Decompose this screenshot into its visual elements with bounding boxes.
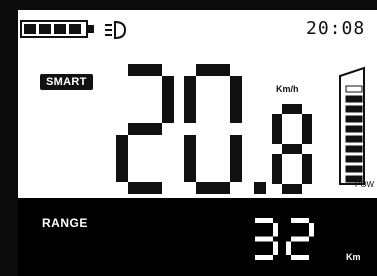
digit-segment <box>272 154 282 184</box>
digit-segment <box>273 241 278 255</box>
digit-segment <box>302 114 312 144</box>
decimal-point <box>254 182 266 194</box>
digit-segment <box>255 255 273 260</box>
range-label: RANGE <box>42 216 88 230</box>
power-bar <box>345 105 363 113</box>
battery-bar <box>39 24 51 34</box>
power-gauge <box>339 66 365 185</box>
battery-bar <box>24 24 36 34</box>
digit-segment <box>184 135 196 182</box>
speed-unit: Km/h <box>276 84 299 94</box>
digit-segment <box>255 236 273 242</box>
battery-bar <box>54 24 66 34</box>
headlight-icon <box>105 20 127 40</box>
power-bar <box>345 125 363 133</box>
digit-segment <box>282 104 302 114</box>
speed-readout <box>116 64 312 194</box>
power-bar <box>345 155 363 163</box>
power-label: POW <box>355 180 375 189</box>
digit-segment <box>196 182 230 194</box>
digit-segment <box>291 236 309 242</box>
power-bar <box>345 165 363 173</box>
digit-segment <box>291 218 309 223</box>
digit-segment <box>309 223 314 237</box>
power-bar <box>345 115 363 123</box>
power-bars <box>345 85 363 183</box>
digit-segment <box>291 255 309 260</box>
battery-icon <box>20 20 94 38</box>
power-bar <box>345 145 363 153</box>
power-bar <box>345 95 363 103</box>
range-digits <box>255 218 314 260</box>
digit-segment <box>128 182 162 194</box>
digit-segment <box>272 114 282 144</box>
digit-segment <box>255 218 273 223</box>
digit-segment <box>196 64 230 76</box>
digit-segment <box>273 223 278 237</box>
range-readout <box>255 218 314 260</box>
digit-segment <box>162 76 174 123</box>
digit-segment <box>282 184 302 194</box>
power-bar <box>345 135 363 143</box>
clock-time: 20:08 <box>306 18 366 39</box>
power-bar <box>345 85 363 93</box>
digit-segment <box>128 64 162 76</box>
digit-segment <box>230 76 242 123</box>
digit-segment <box>116 135 128 182</box>
digit-segment <box>128 123 162 135</box>
digit-segment <box>286 241 291 255</box>
digit-segment <box>184 76 196 123</box>
digit-segment <box>282 144 302 154</box>
mode-badge: SMART <box>40 74 93 90</box>
range-unit: Km <box>346 252 361 262</box>
digit-segment <box>302 154 312 184</box>
digit-segment <box>230 135 242 182</box>
battery-bars <box>24 24 81 34</box>
range-panel <box>18 198 377 276</box>
lcd-display: 20:08 SMART Km/h POW RANGE Km <box>0 0 377 276</box>
battery-bar <box>69 24 81 34</box>
